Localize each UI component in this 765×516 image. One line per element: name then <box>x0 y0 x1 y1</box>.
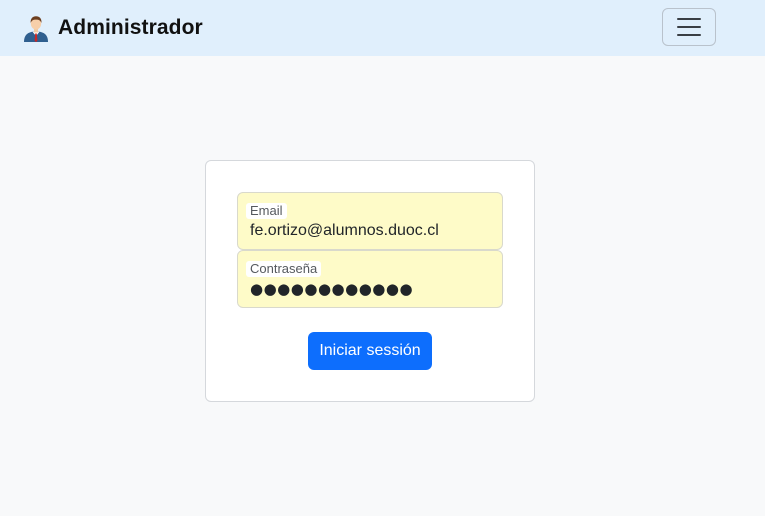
login-card: Email fe.ortizo@alumnos.duoc.cl Contrase… <box>205 160 535 402</box>
password-field[interactable]: ●●●●●●●●●●●● <box>250 278 496 300</box>
navbar: Administrador <box>0 0 765 56</box>
password-field-container[interactable]: Contraseña ●●●●●●●●●●●● <box>237 250 503 308</box>
brand-link[interactable]: Administrador <box>22 14 203 42</box>
email-label: Email <box>246 203 287 219</box>
businessman-avatar-icon <box>24 16 48 42</box>
login-button[interactable]: Iniciar sessión <box>308 332 432 370</box>
email-field[interactable]: fe.ortizo@alumnos.duoc.cl <box>250 220 496 242</box>
brand-title: Administrador <box>58 16 203 39</box>
email-field-container[interactable]: Email fe.ortizo@alumnos.duoc.cl <box>237 192 503 250</box>
hamburger-menu-icon <box>677 18 701 36</box>
navbar-toggle-button[interactable] <box>662 8 716 46</box>
password-label: Contraseña <box>246 261 322 277</box>
